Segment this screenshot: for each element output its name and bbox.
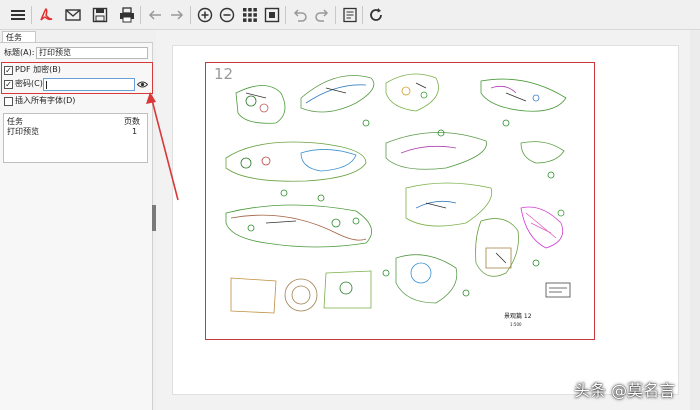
- task-row-pages: 1: [132, 127, 138, 136]
- landscape-plan-drawing: 景观篇 12 1:500: [225, 73, 571, 327]
- highlight-box: [1, 62, 153, 94]
- toolbar-separator: [140, 6, 141, 24]
- forward-arrow-icon[interactable]: [168, 6, 186, 24]
- mail-icon[interactable]: [64, 6, 82, 24]
- toolbar-separator: [362, 6, 363, 24]
- column-header-pages: 页数: [124, 117, 140, 126]
- pdf-icon[interactable]: [37, 6, 55, 24]
- embed-fonts-checkbox[interactable]: [4, 97, 13, 106]
- zoom-out-icon[interactable]: [218, 6, 236, 24]
- zoom-in-icon[interactable]: [196, 6, 214, 24]
- task-row-name[interactable]: 打印预览: [7, 127, 39, 137]
- embed-fonts-label: 插入所有字体(D): [15, 96, 76, 105]
- menu-icon[interactable]: [9, 6, 27, 24]
- toolbar-separator: [335, 6, 336, 24]
- document-icon[interactable]: [341, 6, 359, 24]
- undo-icon[interactable]: [291, 6, 309, 24]
- vertical-scrollbar[interactable]: [690, 30, 700, 410]
- toolbar: [0, 0, 700, 30]
- back-arrow-icon[interactable]: [146, 6, 164, 24]
- toolbar-separator: [285, 6, 286, 24]
- toolbar-separator: [31, 6, 32, 24]
- refresh-icon[interactable]: [367, 6, 385, 24]
- title-input[interactable]: 打印预览: [36, 47, 148, 59]
- task-list: 任务 页数 打印预览 1: [3, 113, 148, 163]
- cad-drawing: 12 景观篇 12 1:500: [205, 62, 595, 340]
- watermark: 头条 @莫名言: [574, 381, 676, 400]
- drawing-title: 景观篇 12: [504, 312, 532, 320]
- grid-icon[interactable]: [241, 6, 259, 24]
- save-icon[interactable]: [91, 6, 109, 24]
- toolbar-separator: [190, 6, 191, 24]
- fit-page-icon[interactable]: [263, 6, 281, 24]
- redo-icon[interactable]: [313, 6, 331, 24]
- title-label: 标题(A):: [4, 48, 35, 57]
- print-icon[interactable]: [118, 6, 136, 24]
- column-header-task: 任务: [7, 117, 23, 126]
- drawing-scale: 1:500: [510, 322, 522, 327]
